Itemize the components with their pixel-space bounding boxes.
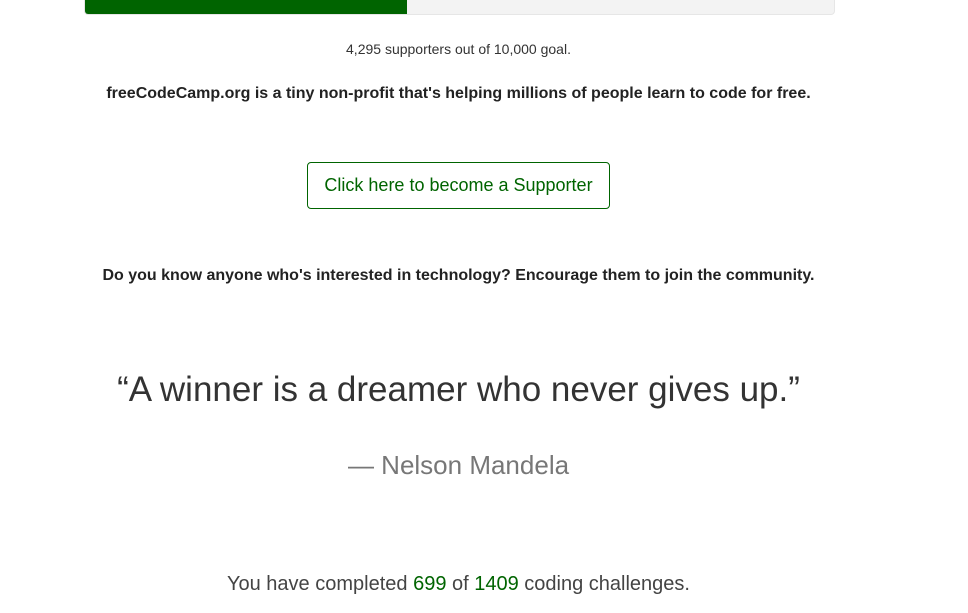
completion-middle: of bbox=[446, 573, 475, 595]
completed-count: 699 bbox=[413, 573, 447, 595]
encourage-text: Do you know anyone who's interested in t… bbox=[102, 267, 815, 284]
quote-author: — Nelson Mandela bbox=[347, 450, 570, 480]
mission-text: freeCodeCamp.org is a tiny non-profit th… bbox=[106, 85, 811, 102]
supporters-progress-bar bbox=[84, 0, 835, 15]
completion-suffix: coding challenges. bbox=[518, 573, 690, 595]
total-count: 1409 bbox=[474, 573, 519, 595]
progress-fill bbox=[85, 0, 407, 14]
become-supporter-button[interactable]: Click here to become a Supporter bbox=[307, 162, 610, 209]
completion-prefix: You have completed bbox=[227, 573, 414, 595]
challenges-completed: You have completed 699 of 1409 coding ch… bbox=[0, 573, 917, 596]
supporters-count: 4,295 supporters out of 10,000 goal. bbox=[346, 41, 571, 57]
quote-text: “A winner is a dreamer who never gives u… bbox=[117, 370, 800, 409]
